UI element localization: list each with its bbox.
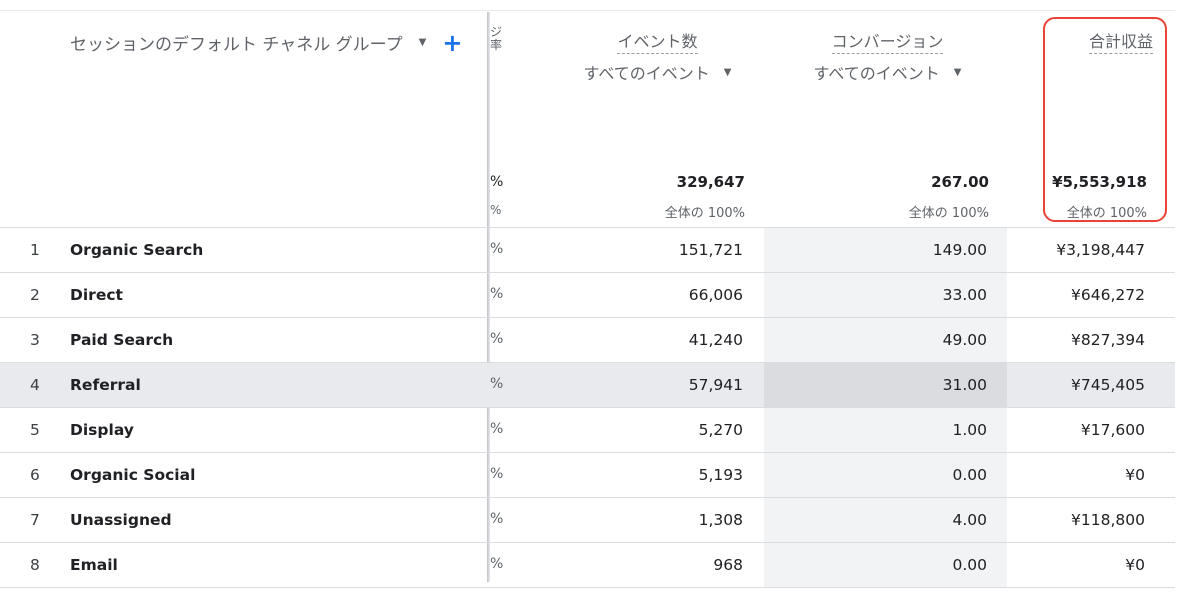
event-count-cell: 41,240: [688, 331, 743, 349]
conversions-cell: 0.00: [952, 466, 987, 484]
channel-name[interactable]: Organic Social: [70, 466, 195, 484]
revenue-cell: ¥827,394: [1071, 331, 1145, 349]
clipped-total-value: %: [490, 174, 504, 190]
clipped-pct-cell: %: [490, 466, 504, 482]
data-table: 1 Organic Search % 151,721 149.00 ¥3,198…: [0, 227, 1175, 588]
table-top-rule: [0, 10, 1175, 11]
revenue-cell: ¥646,272: [1071, 286, 1145, 304]
table-row-hovered[interactable]: 4 Referral % 57,941 31.00 ¥745,405: [0, 363, 1175, 408]
dimension-label: セッションのデフォルト チャネル グループ: [70, 35, 403, 55]
table-row[interactable]: 7 Unassigned % 1,308 4.00 ¥118,800: [0, 498, 1175, 543]
clipped-pct-cell: %: [490, 556, 504, 572]
event-count-title: イベント数: [617, 28, 698, 54]
event-count-cell: 57,941: [688, 376, 743, 394]
caret-down-icon[interactable]: ▼: [419, 37, 427, 48]
row-index: 1: [30, 241, 40, 259]
row-index: 4: [30, 376, 40, 394]
revenue-highlight-box: [1043, 17, 1167, 222]
clipped-pct-cell: %: [490, 421, 504, 437]
clipped-pct-cell: %: [490, 241, 504, 257]
table-row[interactable]: 5 Display % 5,270 1.00 ¥17,600: [0, 408, 1175, 453]
event-count-cell: 968: [713, 556, 743, 574]
conversions-cell: 149.00: [932, 241, 987, 259]
channel-name[interactable]: Email: [70, 556, 118, 574]
event-count-cell: 5,270: [698, 421, 743, 439]
channel-name[interactable]: Paid Search: [70, 331, 173, 349]
event-count-cell: 5,193: [698, 466, 743, 484]
event-count-filter[interactable]: すべてのイベント ▼: [570, 60, 745, 84]
total-revenue: ¥5,553,918: [1052, 173, 1147, 191]
conversions-cell: 33.00: [942, 286, 987, 304]
total-event-count-pct: 全体の 100%: [664, 206, 745, 221]
channel-name[interactable]: Direct: [70, 286, 123, 304]
channel-name[interactable]: Unassigned: [70, 511, 172, 529]
conversions-cell: 4.00: [952, 511, 987, 529]
row-index: 5: [30, 421, 40, 439]
row-index: 2: [30, 286, 40, 304]
revenue-cell: ¥17,600: [1080, 421, 1145, 439]
total-event-count: 329,647: [676, 173, 745, 191]
revenue-cell: ¥745,405: [1071, 376, 1145, 394]
total-revenue-pct: 全体の 100%: [1066, 206, 1147, 221]
total-conversions-pct: 全体の 100%: [908, 206, 989, 221]
channel-name[interactable]: Referral: [70, 376, 141, 394]
channel-name[interactable]: Display: [70, 421, 134, 439]
row-index: 3: [30, 331, 40, 349]
revenue-cell: ¥0: [1125, 466, 1145, 484]
conversions-header[interactable]: コンバージョン すべてのイベント ▼: [800, 28, 975, 84]
conversions-filter-label: すべてのイベント: [813, 64, 940, 83]
conversions-title: コンバージョン: [831, 28, 944, 54]
dimension-column-header[interactable]: セッションのデフォルト チャネル グループ ▼ +: [70, 30, 462, 56]
plus-icon[interactable]: +: [442, 31, 462, 55]
clipped-total-pct: %: [490, 203, 502, 217]
revenue-cell: ¥118,800: [1071, 511, 1145, 529]
total-conversions: 267.00: [931, 173, 989, 191]
conversions-cell: 31.00: [942, 376, 987, 394]
clipped-pct-cell: %: [490, 511, 504, 527]
table-row[interactable]: 8 Email % 968 0.00 ¥0: [0, 543, 1175, 588]
conversions-cell: 1.00: [952, 421, 987, 439]
event-count-filter-label: すべてのイベント: [583, 64, 710, 83]
row-index: 8: [30, 556, 40, 574]
clipped-column-header: ジ 率: [490, 26, 503, 52]
revenue-cell: ¥3,198,447: [1056, 241, 1145, 259]
event-count-header[interactable]: イベント数 すべてのイベント ▼: [570, 28, 745, 84]
table-row[interactable]: 6 Organic Social % 5,193 0.00 ¥0: [0, 453, 1175, 498]
table-row[interactable]: 3 Paid Search % 41,240 49.00 ¥827,394: [0, 318, 1175, 363]
table-row[interactable]: 1 Organic Search % 151,721 149.00 ¥3,198…: [0, 228, 1175, 273]
event-count-cell: 151,721: [678, 241, 743, 259]
event-count-cell: 1,308: [698, 511, 743, 529]
clipped-pct-cell: %: [490, 286, 504, 302]
channel-name[interactable]: Organic Search: [70, 241, 203, 259]
caret-down-icon[interactable]: ▼: [724, 67, 732, 78]
event-count-cell: 66,006: [688, 286, 743, 304]
revenue-cell: ¥0: [1125, 556, 1145, 574]
row-index: 7: [30, 511, 40, 529]
conversions-cell: 49.00: [942, 331, 987, 349]
clipped-pct-cell: %: [490, 376, 504, 392]
conversions-cell: 0.00: [952, 556, 987, 574]
caret-down-icon[interactable]: ▼: [954, 67, 962, 78]
table-row[interactable]: 2 Direct % 66,006 33.00 ¥646,272: [0, 273, 1175, 318]
conversions-filter[interactable]: すべてのイベント ▼: [800, 60, 975, 84]
row-index: 6: [30, 466, 40, 484]
clipped-pct-cell: %: [490, 331, 504, 347]
